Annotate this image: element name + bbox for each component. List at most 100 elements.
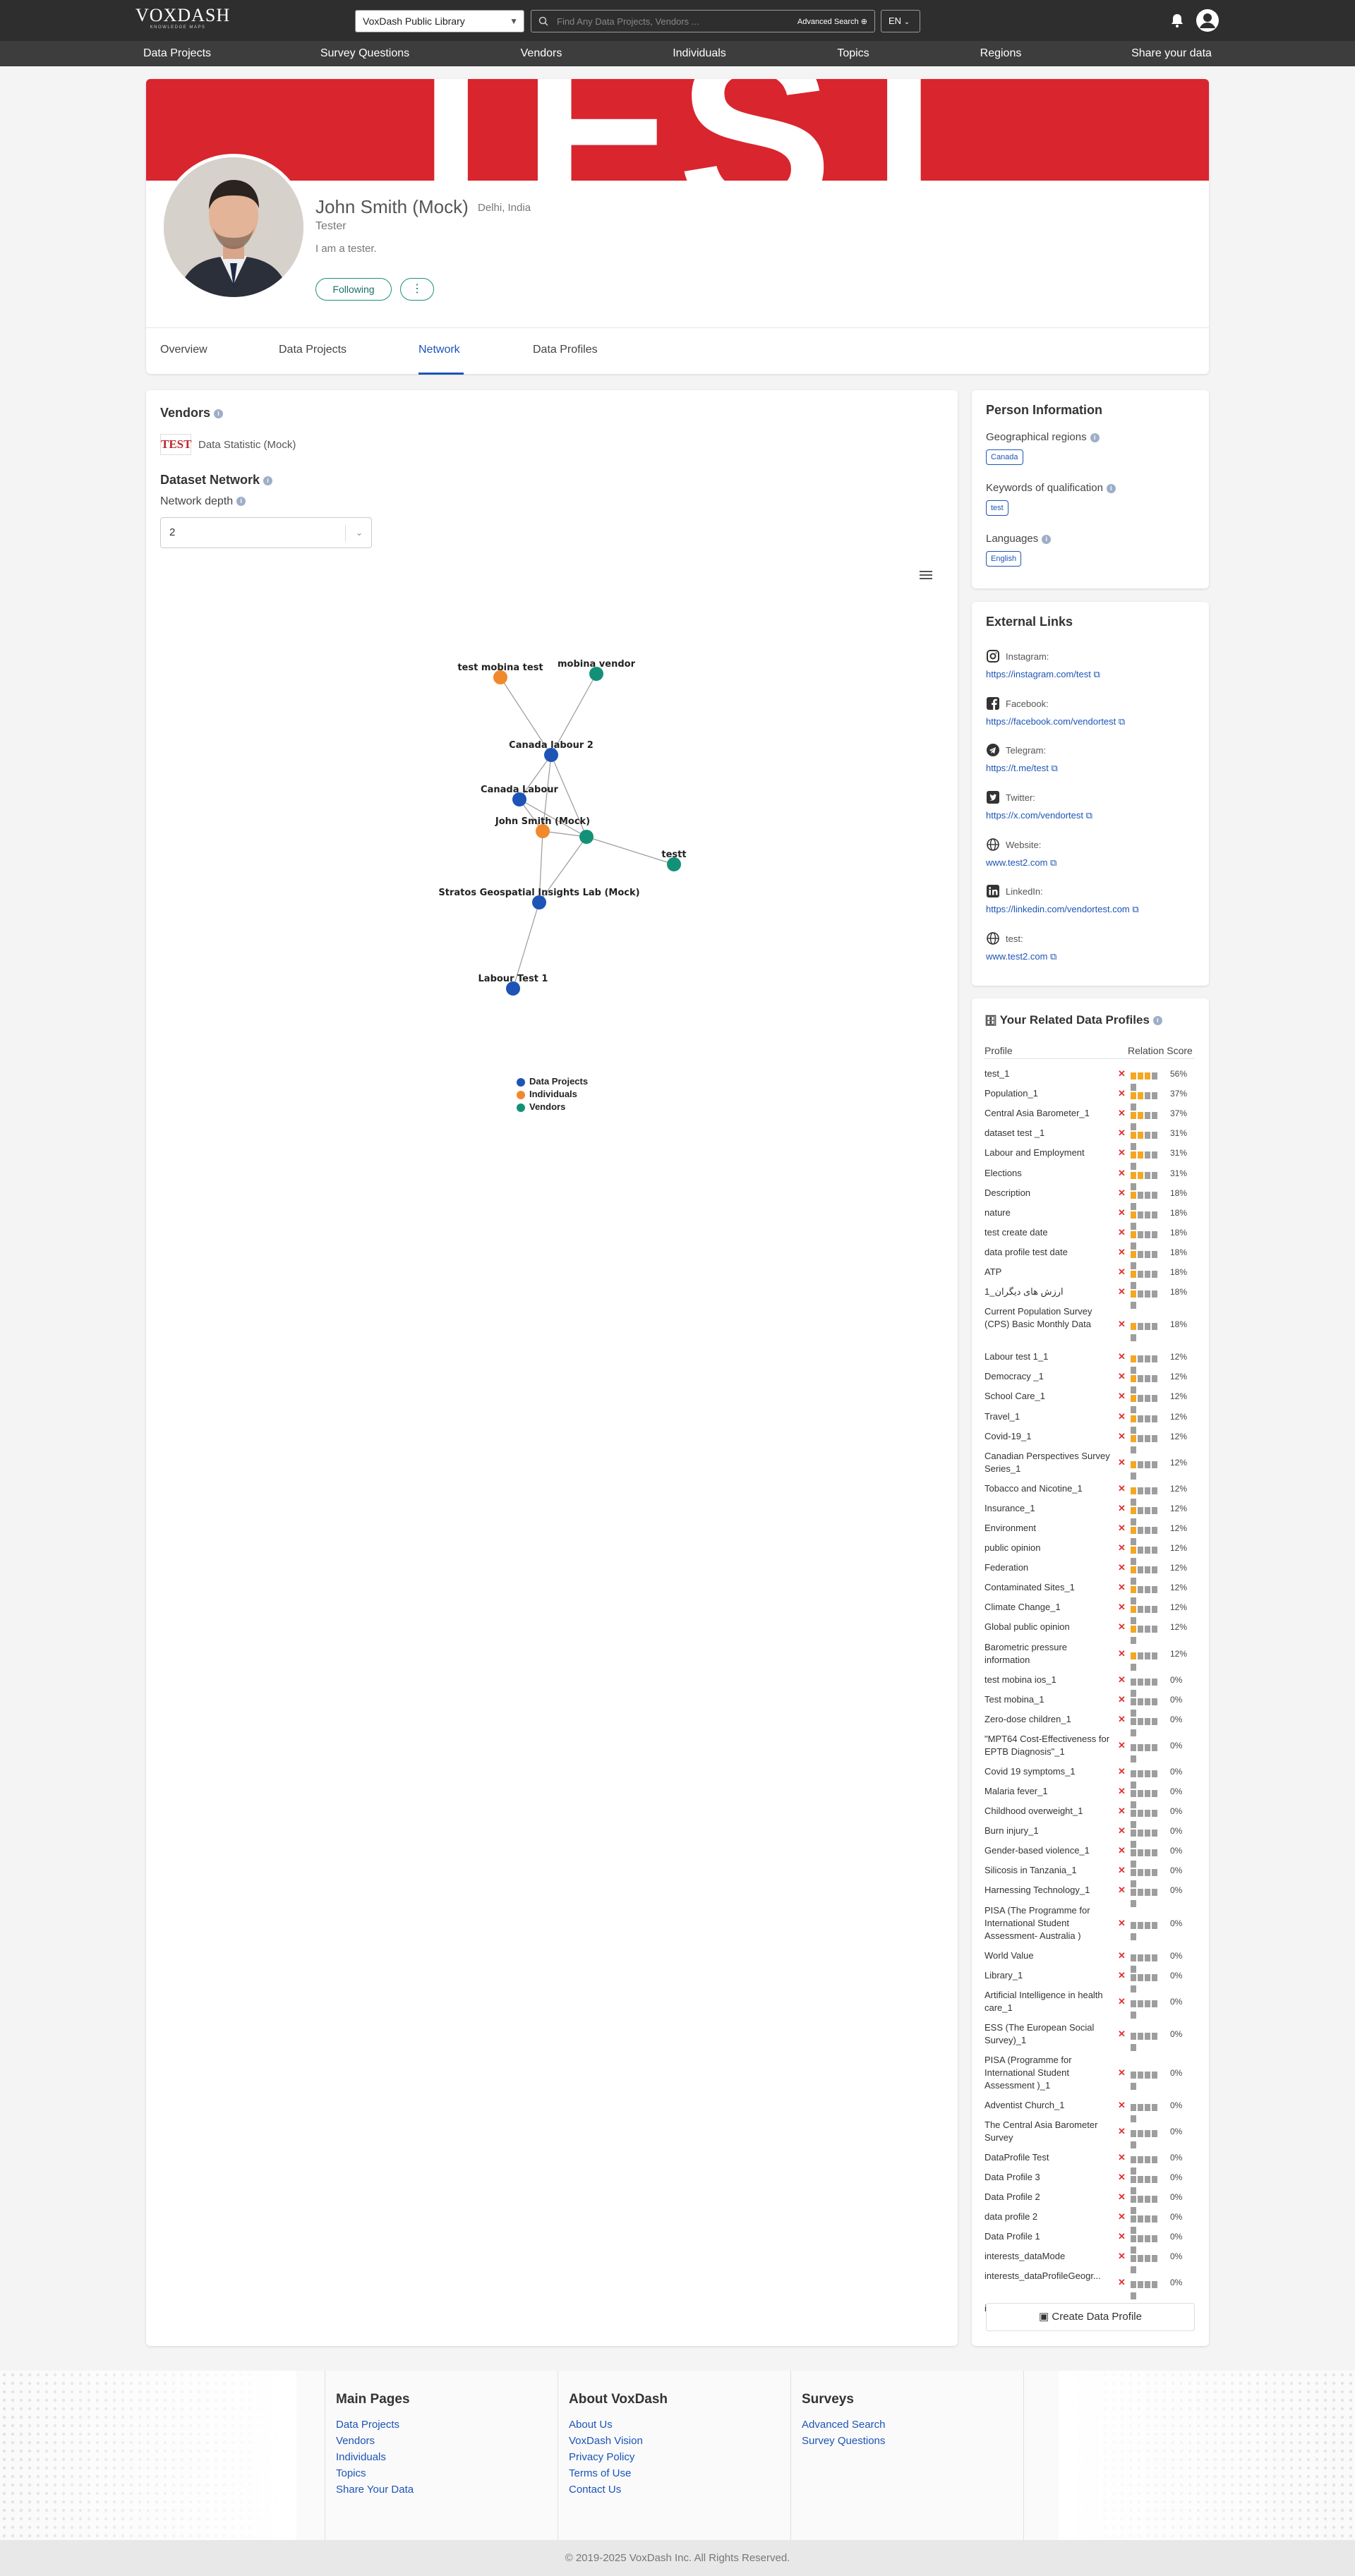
- info-icon[interactable]: i: [1152, 1016, 1162, 1026]
- remove-icon[interactable]: ✕: [1118, 1411, 1126, 1422]
- related-profile-name[interactable]: Climate Change_1: [984, 1601, 1114, 1614]
- related-profile-name[interactable]: Population_1: [984, 1087, 1114, 1100]
- remove-icon[interactable]: ✕: [1118, 1247, 1126, 1258]
- footer-link[interactable]: About Us: [569, 2419, 613, 2431]
- remove-icon[interactable]: ✕: [1118, 2067, 1126, 2079]
- remove-icon[interactable]: ✕: [1118, 1582, 1126, 1593]
- chart-menu-icon[interactable]: [920, 570, 932, 580]
- related-profile-name[interactable]: ATP: [984, 1266, 1114, 1278]
- nav-vendors[interactable]: Vendors: [521, 41, 562, 66]
- related-profile-name[interactable]: Burn injury_1: [984, 1825, 1114, 1837]
- footer-link[interactable]: Survey Questions: [802, 2435, 885, 2447]
- tab-network[interactable]: Network: [418, 344, 460, 356]
- related-profile-name[interactable]: Democracy _1: [984, 1370, 1114, 1383]
- language-select[interactable]: EN ⌄: [881, 10, 920, 32]
- remove-icon[interactable]: ✕: [1118, 1168, 1126, 1179]
- nav-regions[interactable]: Regions: [980, 41, 1022, 66]
- related-profile-name[interactable]: Harnessing Technology_1: [984, 1884, 1114, 1897]
- related-profile-name[interactable]: "MPT64 Cost-Effectiveness for EPTB Diagn…: [984, 1733, 1114, 1758]
- remove-icon[interactable]: ✕: [1118, 1266, 1126, 1278]
- create-data-profile-button[interactable]: ▣ Create Data Profile: [986, 2303, 1195, 2331]
- remove-icon[interactable]: ✕: [1118, 2277, 1126, 2288]
- related-profile-name[interactable]: Insurance_1: [984, 1502, 1114, 1515]
- info-icon[interactable]: i: [1106, 483, 1116, 493]
- nav-survey-questions[interactable]: Survey Questions: [320, 41, 409, 66]
- geo-region-chip[interactable]: Canada: [986, 449, 1023, 465]
- related-profile-name[interactable]: World Value: [984, 1949, 1114, 1962]
- remove-icon[interactable]: ✕: [1118, 1088, 1126, 1099]
- remove-icon[interactable]: ✕: [1118, 1187, 1126, 1199]
- facebook-link[interactable]: https://facebook.com/vendortest ⧉: [986, 716, 1125, 727]
- related-profile-name[interactable]: Data Profile 1: [984, 2230, 1114, 2243]
- remove-icon[interactable]: ✕: [1118, 1950, 1126, 1961]
- remove-icon[interactable]: ✕: [1118, 1996, 1126, 2007]
- remove-icon[interactable]: ✕: [1118, 1147, 1126, 1159]
- language-chip[interactable]: English: [986, 551, 1022, 567]
- related-profile-name[interactable]: Covid-19_1: [984, 1430, 1114, 1443]
- nav-data-projects[interactable]: Data Projects: [143, 41, 211, 66]
- related-profile-name[interactable]: ارزش های دیگران_1: [984, 1286, 1114, 1298]
- tab-data-profiles[interactable]: Data Profiles: [533, 344, 598, 356]
- nav-topics[interactable]: Topics: [837, 41, 869, 66]
- related-profile-name[interactable]: Test mobina_1: [984, 1693, 1114, 1706]
- tab-overview[interactable]: Overview: [160, 344, 207, 356]
- remove-icon[interactable]: ✕: [1118, 1766, 1126, 1777]
- remove-icon[interactable]: ✕: [1118, 1483, 1126, 1494]
- info-icon[interactable]: i: [263, 476, 273, 485]
- search-input[interactable]: Find Any Data Projects, Vendors ...: [557, 16, 699, 27]
- remove-icon[interactable]: ✕: [1118, 1227, 1126, 1238]
- following-button[interactable]: Following: [315, 278, 392, 301]
- related-profile-name[interactable]: Description: [984, 1187, 1114, 1199]
- remove-icon[interactable]: ✕: [1118, 1648, 1126, 1659]
- remove-icon[interactable]: ✕: [1118, 1523, 1126, 1534]
- info-icon[interactable]: i: [236, 497, 246, 507]
- user-avatar-icon[interactable]: [1196, 8, 1220, 32]
- related-profile-name[interactable]: Data Profile 2: [984, 2191, 1114, 2203]
- related-profile-name[interactable]: Global public opinion: [984, 1621, 1114, 1633]
- library-select[interactable]: VoxDash Public Library ▼: [355, 10, 524, 32]
- remove-icon[interactable]: ✕: [1118, 1918, 1126, 1929]
- remove-icon[interactable]: ✕: [1118, 1068, 1126, 1080]
- remove-icon[interactable]: ✕: [1118, 1694, 1126, 1705]
- remove-icon[interactable]: ✕: [1118, 2231, 1126, 2242]
- tab-data-projects[interactable]: Data Projects: [279, 344, 347, 356]
- info-icon[interactable]: i: [1090, 433, 1100, 442]
- remove-icon[interactable]: ✕: [1118, 1602, 1126, 1613]
- related-profile-name[interactable]: The Central Asia Barometer Survey: [984, 2119, 1114, 2144]
- related-profile-name[interactable]: test mobina ios_1: [984, 1674, 1114, 1686]
- related-profile-name[interactable]: nature: [984, 1207, 1114, 1219]
- vendor-logo[interactable]: TEST: [160, 434, 191, 455]
- footer-link[interactable]: Contact Us: [569, 2484, 621, 2496]
- search-bar[interactable]: Find Any Data Projects, Vendors ... Adva…: [531, 10, 875, 32]
- footer-link[interactable]: Topics: [336, 2467, 366, 2479]
- notification-bell-icon[interactable]: [1170, 13, 1184, 28]
- remove-icon[interactable]: ✕: [1118, 1786, 1126, 1797]
- network-depth-select[interactable]: 2 ⌄: [160, 517, 372, 548]
- legend-item[interactable]: Vendors: [517, 1101, 588, 1113]
- footer-link[interactable]: Terms of Use: [569, 2467, 631, 2479]
- remove-icon[interactable]: ✕: [1118, 1621, 1126, 1633]
- related-profile-name[interactable]: PISA (Programme for International Studen…: [984, 2054, 1114, 2092]
- remove-icon[interactable]: ✕: [1118, 1825, 1126, 1837]
- related-profile-name[interactable]: Childhood overweight_1: [984, 1805, 1114, 1818]
- related-profile-name[interactable]: Current Population Survey (CPS) Basic Mo…: [984, 1305, 1114, 1331]
- related-profile-name[interactable]: test create date: [984, 1226, 1114, 1239]
- remove-icon[interactable]: ✕: [1118, 1431, 1126, 1442]
- legend-item[interactable]: Individuals: [517, 1088, 588, 1101]
- remove-icon[interactable]: ✕: [1118, 1865, 1126, 1876]
- remove-icon[interactable]: ✕: [1118, 1674, 1126, 1686]
- remove-icon[interactable]: ✕: [1118, 2028, 1126, 2040]
- remove-icon[interactable]: ✕: [1118, 1286, 1126, 1298]
- related-profile-name[interactable]: Library_1: [984, 1969, 1114, 1982]
- test-link[interactable]: www.test2.com ⧉: [986, 951, 1056, 962]
- more-options-button[interactable]: ⋮: [400, 278, 434, 301]
- remove-icon[interactable]: ✕: [1118, 1885, 1126, 1896]
- related-profile-name[interactable]: dataset test _1: [984, 1127, 1114, 1139]
- network-graph[interactable]: test mobina test mobina vendor Canada la…: [146, 621, 958, 1129]
- related-profile-name[interactable]: PISA (The Programme for International St…: [984, 1904, 1114, 1942]
- remove-icon[interactable]: ✕: [1118, 2100, 1126, 2111]
- remove-icon[interactable]: ✕: [1118, 1542, 1126, 1554]
- footer-link[interactable]: Share Your Data: [336, 2484, 414, 2496]
- legend-item[interactable]: Data Projects: [517, 1075, 588, 1088]
- telegram-link[interactable]: https://t.me/test ⧉: [986, 763, 1058, 774]
